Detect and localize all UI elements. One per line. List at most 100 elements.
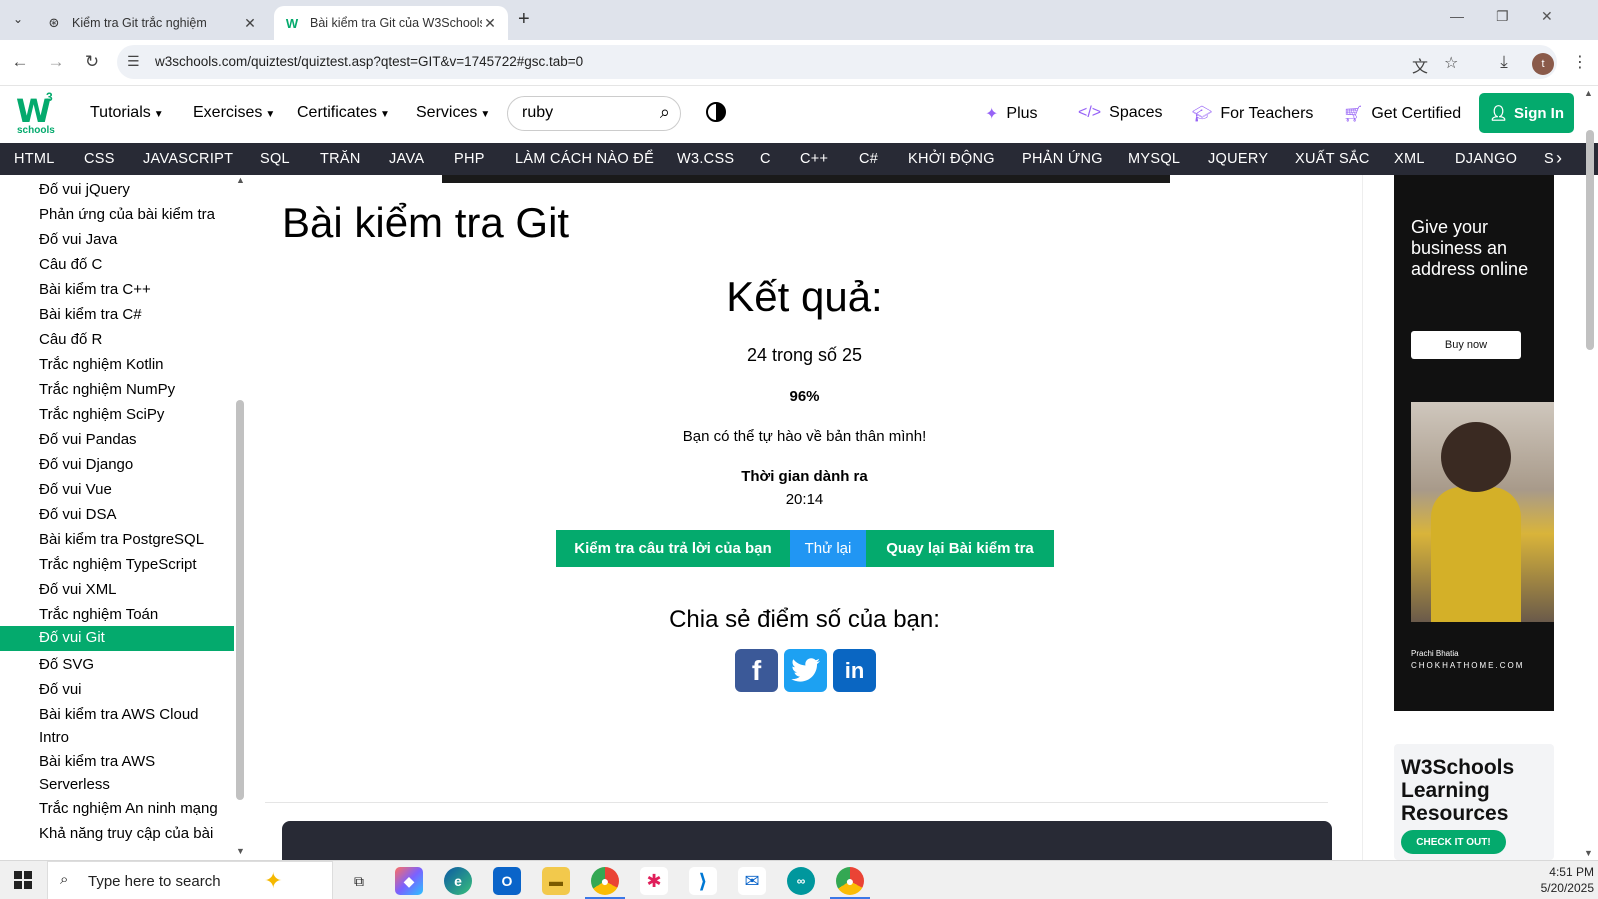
slack-icon[interactable]: ✱ (640, 867, 668, 895)
taskbar-search[interactable]: ⌕ Type here to search ✦ (47, 861, 333, 899)
link-spaces[interactable]: </> Spaces (1078, 104, 1163, 122)
outlook-icon[interactable]: O (493, 867, 521, 895)
link-get-certified[interactable]: 🛒︎ Get Certified (1343, 104, 1461, 124)
sidebar-item[interactable]: Đố vui Pandas (0, 428, 234, 451)
tab-search-icon[interactable]: ⌄ (6, 7, 30, 31)
subnav-item[interactable]: JAVA (389, 151, 424, 167)
profile-avatar[interactable]: t (1532, 53, 1554, 75)
sidebar-item[interactable]: Câu đố R (0, 328, 234, 351)
url-text[interactable]: w3schools.com/quiztest/quiztest.asp?qtes… (155, 54, 583, 69)
sidebar-item-continued[interactable]: Intro (0, 726, 234, 749)
tab-active[interactable]: W Bài kiểm tra Git của W3Schools ✕ (274, 6, 508, 40)
scroll-up-icon[interactable]: ▲ (236, 175, 245, 185)
menu-exercises[interactable]: Exercises ▼ (193, 104, 275, 122)
windows-start-icon[interactable] (14, 871, 32, 889)
subnav-item[interactable]: JAVASCRIPT (143, 151, 233, 167)
subnav-item[interactable]: HTML (14, 151, 55, 167)
sidebar-item[interactable]: Đố vui Java (0, 228, 234, 251)
subnav-item[interactable]: XML (1394, 151, 1425, 167)
email-app-icon[interactable]: ✉ (738, 867, 766, 895)
check-it-out-button[interactable]: CHECK IT OUT! (1401, 830, 1506, 854)
linkedin-icon[interactable]: in (833, 649, 876, 692)
chrome-profile-icon[interactable]: ● (836, 867, 864, 895)
subnav-item[interactable]: XUẤT SẮC (1295, 151, 1370, 167)
sidebar-item[interactable]: Bài kiểm tra C++ (0, 278, 234, 301)
w3schools-logo[interactable]: W 3 schools (16, 90, 60, 136)
browser-menu-icon[interactable]: ⋮ (1572, 52, 1588, 72)
ad-buy-now-button[interactable]: Buy now (1411, 331, 1521, 359)
subnav-item[interactable]: C++ (800, 151, 828, 167)
learning-resources-card[interactable]: W3Schools Learning Resources CHECK IT OU… (1394, 744, 1554, 860)
reload-icon[interactable]: ↻ (80, 50, 104, 74)
sidebar-item[interactable]: Phản ứng của bài kiểm tra (0, 203, 234, 226)
sidebar-item[interactable]: Đố vui Vue (0, 478, 234, 501)
retry-button[interactable]: Thử lại (790, 530, 866, 567)
subnav-item[interactable]: DJANGO (1455, 151, 1517, 167)
system-clock[interactable]: 4:51 PM 5/20/2025 (1528, 864, 1594, 896)
sidebar-item[interactable]: Đố vui jQuery (0, 178, 234, 201)
arduino-icon[interactable]: ∞ (787, 867, 815, 895)
sidebar-item[interactable]: Bài kiểm tra AWS Cloud (0, 703, 234, 726)
sidebar-scrollbar[interactable] (236, 400, 244, 800)
subnav-item[interactable]: LÀM CÁCH NÀO ĐỂ (515, 151, 654, 167)
advertisement[interactable]: Give your business an address online Buy… (1394, 175, 1554, 711)
sidebar-item[interactable]: Đố vui (0, 678, 234, 701)
bookmark-star-icon[interactable]: ☆ (1444, 53, 1458, 73)
sign-in-button[interactable]: 👤︎ Sign In (1479, 93, 1574, 133)
subnav-item[interactable]: CSS (84, 151, 115, 167)
close-tab-icon[interactable]: ✕ (242, 15, 258, 32)
chrome-icon[interactable]: ● (591, 867, 619, 895)
scroll-down-icon[interactable]: ▼ (236, 846, 245, 856)
facebook-icon[interactable]: f (735, 649, 778, 692)
sidebar-item-active[interactable]: Đố vui Git (0, 626, 234, 651)
subnav-item[interactable]: C# (859, 151, 878, 167)
file-explorer-icon[interactable]: ▬ (542, 867, 570, 895)
subnav-item[interactable]: PHẢN ỨNG (1022, 151, 1103, 167)
sidebar-item-continued[interactable]: Serverless (0, 773, 234, 796)
close-tab-icon[interactable]: ✕ (482, 15, 498, 32)
site-info-icon[interactable]: ☰ (127, 53, 140, 70)
sidebar-item[interactable]: Trắc nghiệm Kotlin (0, 353, 234, 376)
subnav-item[interactable]: W3.CSS (677, 151, 734, 167)
back-to-quiz-button[interactable]: Quay lại Bài kiểm tra (866, 530, 1054, 567)
copilot-icon[interactable]: ◆ (395, 867, 423, 895)
search-icon[interactable]: ⌕ (660, 102, 670, 123)
menu-services[interactable]: Services ▼ (416, 104, 490, 122)
minimize-icon[interactable]: — (1450, 8, 1464, 24)
subnav-item[interactable]: C (760, 151, 771, 167)
task-view-icon[interactable]: ⧉ (345, 867, 373, 895)
page-scroll-up-icon[interactable]: ▲ (1584, 88, 1593, 98)
sidebar-item[interactable]: Trắc nghiệm TypeScript (0, 553, 234, 576)
forward-icon[interactable]: → (44, 50, 68, 74)
sidebar-item[interactable]: Trắc nghiệm NumPy (0, 378, 234, 401)
sidebar-item[interactable]: Bài kiểm tra AWS (0, 750, 234, 773)
edge-icon[interactable]: e (444, 867, 472, 895)
sidebar-item[interactable]: Trắc nghiệm Toán (0, 603, 234, 626)
vscode-icon[interactable]: ⟩ (689, 867, 717, 895)
link-plus[interactable]: ✦ Plus (985, 104, 1038, 124)
sidebar-item[interactable]: Bài kiểm tra C# (0, 303, 234, 326)
restore-icon[interactable]: ❐ (1496, 8, 1509, 25)
new-tab-icon[interactable]: + (518, 8, 530, 31)
back-icon[interactable]: ← (8, 50, 32, 74)
download-icon[interactable]: ⤓ (1492, 50, 1516, 74)
page-scroll-down-icon[interactable]: ▼ (1584, 848, 1593, 858)
translate-icon[interactable]: 文 (1412, 53, 1428, 77)
search-input[interactable] (522, 104, 642, 122)
menu-tutorials[interactable]: Tutorials ▼ (90, 104, 164, 122)
dark-mode-toggle-icon[interactable] (706, 102, 726, 122)
sidebar-item[interactable]: Trắc nghiệm An ninh mạng (0, 797, 234, 820)
check-answers-button[interactable]: Kiểm tra câu trả lời của bạn (556, 530, 790, 567)
subnav-item[interactable]: JQUERY (1208, 151, 1268, 167)
subnav-item[interactable]: PHP (454, 151, 485, 167)
address-bar[interactable]: ☰ w3schools.com/quiztest/quiztest.asp?qt… (117, 45, 1557, 79)
sidebar-item[interactable]: Bài kiểm tra PostgreSQL (0, 528, 234, 551)
sidebar-item[interactable]: Đố vui DSA (0, 503, 234, 526)
chevron-right-icon[interactable]: › (1556, 148, 1562, 169)
window-close-icon[interactable]: ✕ (1541, 8, 1553, 25)
sidebar-item[interactable]: Câu đố C (0, 253, 234, 276)
link-for-teachers[interactable]: 🎓︎ For Teachers (1192, 104, 1313, 124)
subnav-item[interactable]: SQL (260, 151, 290, 167)
subnav-item[interactable]: KHỞI ĐỘNG (908, 151, 995, 167)
tab-inactive[interactable]: ⊛ Kiểm tra Git trắc nghiệm ✕ (36, 6, 268, 40)
